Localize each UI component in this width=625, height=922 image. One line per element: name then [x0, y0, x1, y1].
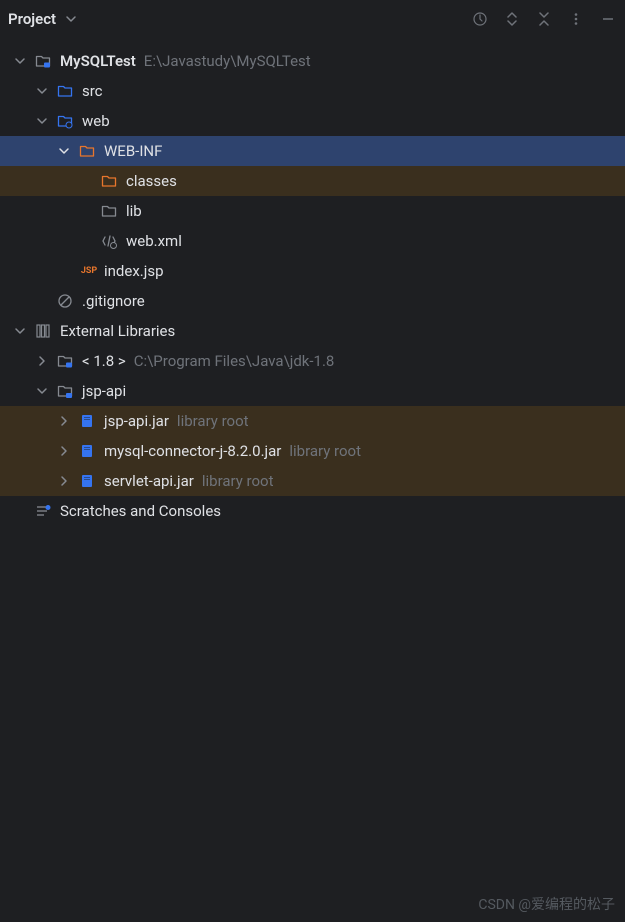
panel-title-dropdown[interactable]: Project [8, 10, 88, 28]
node-label: jsp-api [82, 382, 126, 400]
project-tree[interactable]: MySQLTest E:\Javastudy\MySQLTest src web… [0, 38, 625, 526]
node-label: classes [126, 172, 177, 190]
tree-node-external-libraries[interactable]: External Libraries [0, 316, 625, 346]
node-label: mysql-connector-j-8.2.0.jar [104, 442, 281, 460]
node-label: jsp-api.jar [104, 412, 169, 430]
panel-toolbar: Project [0, 0, 625, 38]
libraries-icon [34, 322, 52, 340]
tree-node-mysql-connector-jar[interactable]: mysql-connector-j-8.2.0.jar library root [0, 436, 625, 466]
minimize-icon[interactable] [599, 10, 617, 28]
tree-node-project-root[interactable]: MySQLTest E:\Javastudy\MySQLTest [0, 46, 625, 76]
tree-node-jsp-api[interactable]: jsp-api [0, 376, 625, 406]
chevron-down-icon [62, 10, 80, 28]
chevron-down-icon[interactable] [12, 53, 28, 69]
folder-icon [78, 142, 96, 160]
tree-node-jdk[interactable]: < 1.8 > C:\Program Files\Java\jdk-1.8 [0, 346, 625, 376]
jdk-folder-icon [56, 352, 74, 370]
tree-node-scratches[interactable]: Scratches and Consoles [0, 496, 625, 526]
node-hint: E:\Javastudy\MySQLTest [144, 52, 311, 70]
chevron-down-icon[interactable] [34, 383, 50, 399]
expand-collapse-icon[interactable] [503, 10, 521, 28]
tree-node-web[interactable]: web [0, 106, 625, 136]
node-label: Scratches and Consoles [60, 502, 221, 520]
tree-node-web-inf[interactable]: WEB-INF [0, 136, 625, 166]
node-hint: library root [289, 442, 361, 460]
chevron-right-icon[interactable] [56, 413, 72, 429]
gitignore-file-icon [56, 292, 74, 310]
node-label: web [82, 112, 110, 130]
jsp-file-icon: JSP [78, 266, 100, 276]
panel-title-label: Project [8, 10, 56, 28]
chevron-right-icon[interactable] [34, 353, 50, 369]
node-label: .gitignore [82, 292, 145, 310]
node-label: < 1.8 > [82, 352, 126, 370]
folder-icon [100, 202, 118, 220]
chevron-down-icon[interactable] [34, 83, 50, 99]
watermark: CSDN @爱编程的松子 [478, 894, 615, 914]
chevron-down-icon[interactable] [12, 323, 28, 339]
node-label: web.xml [126, 232, 182, 250]
jar-file-icon [78, 472, 96, 490]
node-label: servlet-api.jar [104, 472, 194, 490]
tree-node-gitignore[interactable]: .gitignore [0, 286, 625, 316]
tree-node-classes[interactable]: classes [0, 166, 625, 196]
tree-node-lib[interactable]: lib [0, 196, 625, 226]
module-folder-icon [34, 52, 52, 70]
library-folder-icon [56, 382, 74, 400]
node-label: MySQLTest [60, 52, 136, 70]
tree-node-src[interactable]: src [0, 76, 625, 106]
collapse-all-icon[interactable] [535, 10, 553, 28]
web-folder-icon [56, 112, 74, 130]
tree-node-web-xml[interactable]: web.xml [0, 226, 625, 256]
more-options-icon[interactable] [567, 10, 585, 28]
node-label: index.jsp [104, 262, 164, 280]
node-label: src [82, 82, 103, 100]
select-opened-file-icon[interactable] [471, 10, 489, 28]
tree-node-index-jsp[interactable]: JSP index.jsp [0, 256, 625, 286]
xml-file-icon [100, 232, 118, 250]
chevron-down-icon[interactable] [56, 143, 72, 159]
node-label: External Libraries [60, 322, 175, 340]
node-label: lib [126, 202, 142, 220]
node-hint: C:\Program Files\Java\jdk-1.8 [134, 352, 335, 370]
scratches-icon [34, 502, 52, 520]
tree-node-servlet-api-jar[interactable]: servlet-api.jar library root [0, 466, 625, 496]
jar-file-icon [78, 442, 96, 460]
chevron-down-icon[interactable] [34, 113, 50, 129]
source-folder-icon [56, 82, 74, 100]
node-label: WEB-INF [104, 142, 162, 160]
jar-file-icon [78, 412, 96, 430]
node-hint: library root [177, 412, 249, 430]
chevron-right-icon[interactable] [56, 443, 72, 459]
node-hint: library root [202, 472, 274, 490]
chevron-right-icon[interactable] [56, 473, 72, 489]
tree-node-jsp-api-jar[interactable]: jsp-api.jar library root [0, 406, 625, 436]
folder-icon [100, 172, 118, 190]
